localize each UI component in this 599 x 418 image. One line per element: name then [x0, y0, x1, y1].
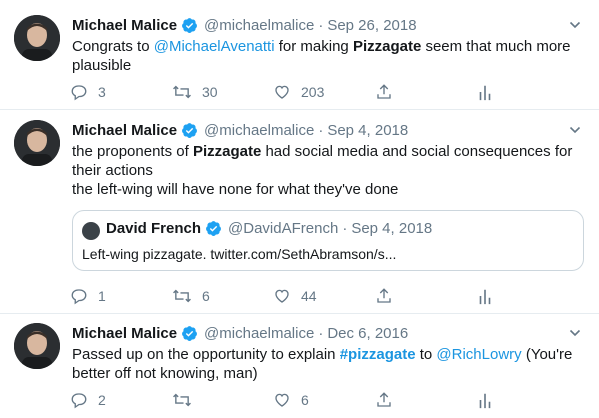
avatar[interactable]: [14, 15, 60, 61]
reply-icon: [71, 393, 87, 409]
like-count: 203: [301, 84, 325, 100]
tweet-header: Michael Malice @michaelmalice · Sep 4, 2…: [72, 120, 408, 140]
tweet[interactable]: Michael Malice @michaelmalice · Dec 6, 2…: [0, 314, 599, 418]
retweet-button[interactable]: 30: [172, 82, 218, 102]
analytics-button[interactable]: [478, 390, 502, 410]
analytics-button[interactable]: [478, 82, 502, 102]
reply-count: 1: [98, 288, 106, 304]
reply-count: 3: [98, 84, 106, 100]
quoted-text: Left-wing pizzagate. twitter.com/SethAbr…: [82, 246, 397, 262]
retweet-icon: [173, 393, 191, 407]
separator-dot: ·: [318, 16, 324, 34]
reply-button[interactable]: 2: [70, 390, 106, 410]
retweet-icon: [173, 85, 191, 99]
separator-dot: ·: [342, 220, 348, 237]
author-name[interactable]: Michael Malice: [72, 122, 177, 139]
tweet-header: Michael Malice @michaelmalice · Dec 6, 2…: [72, 323, 408, 343]
author-handle[interactable]: @michaelmalice: [204, 17, 314, 34]
share-icon: [377, 392, 391, 407]
reply-button[interactable]: 1: [70, 286, 106, 306]
chevron-down-icon[interactable]: [569, 19, 581, 31]
retweet-count: 30: [202, 84, 218, 100]
like-button[interactable]: 44: [273, 286, 317, 306]
text-segment: the proponents of: [72, 143, 193, 160]
author-handle[interactable]: @michaelmalice: [204, 122, 314, 139]
tweet-header: Michael Malice @michaelmalice · Sep 26, …: [72, 15, 417, 35]
tweet-text: Passed up on the opportunity to explain …: [72, 345, 581, 383]
verified-badge-icon: [182, 325, 197, 341]
tweet-date[interactable]: Dec 6, 2016: [327, 325, 408, 342]
author-name[interactable]: Michael Malice: [72, 17, 177, 34]
separator-dot: ·: [318, 121, 324, 139]
author-handle[interactable]: @michaelmalice: [204, 325, 314, 342]
quoted-author-name[interactable]: David French: [106, 220, 201, 237]
reply-icon: [71, 85, 87, 101]
quoted-avatar[interactable]: [82, 222, 100, 240]
tweet-actions: 3 30 203: [70, 82, 500, 102]
share-icon: [377, 288, 391, 303]
mention-link[interactable]: @MichaelAvenatti: [154, 38, 275, 55]
retweet-button[interactable]: 6: [172, 286, 210, 306]
author-name[interactable]: Michael Malice: [72, 325, 177, 342]
quoted-tweet[interactable]: David French @DavidAFrench · Sep 4, 2018…: [72, 210, 584, 271]
analytics-button[interactable]: [478, 286, 502, 306]
text-segment: to: [415, 346, 437, 363]
text-segment: for making: [274, 38, 353, 55]
text-segment: Congrats to: [72, 38, 154, 55]
text-segment: Passed up on the opportunity to explain: [72, 346, 340, 363]
share-icon: [377, 84, 391, 99]
avatar[interactable]: [14, 120, 60, 166]
reply-count: 2: [98, 392, 106, 408]
heart-icon: [275, 85, 289, 99]
chevron-down-icon[interactable]: [569, 327, 581, 339]
share-button[interactable]: [375, 82, 403, 102]
reply-button[interactable]: 3: [70, 82, 106, 102]
retweet-icon: [173, 289, 191, 303]
heart-icon: [275, 393, 289, 407]
verified-badge-icon: [182, 17, 197, 33]
tweet-date[interactable]: Sep 26, 2018: [327, 17, 416, 34]
retweet-count: 6: [202, 288, 210, 304]
tweet-date[interactable]: Sep 4, 2018: [327, 122, 408, 139]
tweet[interactable]: Michael Malice @michaelmalice · Sep 26, …: [0, 0, 599, 110]
like-button[interactable]: 203: [273, 82, 324, 102]
quoted-header: David French @DavidAFrench · Sep 4, 2018: [106, 220, 432, 237]
quoted-date[interactable]: Sep 4, 2018: [351, 220, 432, 237]
verified-badge-icon: [182, 122, 197, 138]
highlighted-term: Pizzagate: [352, 38, 422, 55]
tweet-actions: 1 6 44: [70, 286, 500, 306]
avatar[interactable]: [14, 323, 60, 369]
separator-dot: ·: [318, 324, 324, 342]
tweet-text: Congrats to @MichaelAvenatti for making …: [72, 37, 581, 75]
verified-badge-icon: [206, 221, 221, 236]
like-count: 44: [301, 288, 317, 304]
like-count: 6: [301, 392, 309, 408]
hashtag-link[interactable]: #pizzagate: [340, 346, 416, 363]
chevron-down-icon[interactable]: [569, 124, 581, 136]
retweet-button[interactable]: [172, 390, 202, 410]
tweet[interactable]: Michael Malice @michaelmalice · Sep 4, 2…: [0, 110, 599, 314]
share-button[interactable]: [375, 286, 403, 306]
quoted-author-handle[interactable]: @DavidAFrench: [228, 220, 338, 237]
analytics-icon: [479, 393, 491, 409]
reply-icon: [71, 289, 87, 305]
tweet-text: the proponents of Pizzagate had social m…: [72, 142, 579, 199]
mention-link[interactable]: @RichLowry: [436, 346, 521, 363]
analytics-icon: [479, 85, 491, 101]
like-button[interactable]: 6: [273, 390, 309, 410]
tweet-actions: 2 6: [70, 390, 500, 410]
text-line: the left-wing will have none for what th…: [72, 181, 399, 198]
highlighted-term: Pizzagate: [192, 143, 262, 160]
share-button[interactable]: [375, 390, 403, 410]
analytics-icon: [479, 289, 491, 305]
heart-icon: [275, 289, 289, 303]
